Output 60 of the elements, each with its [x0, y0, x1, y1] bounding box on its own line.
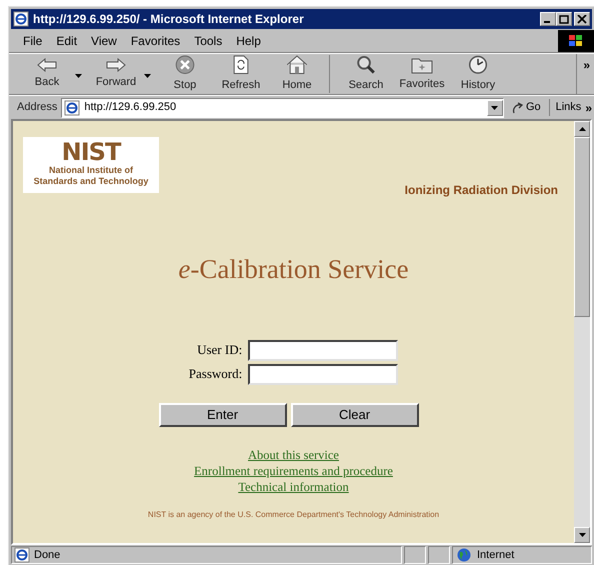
search-icon: [356, 55, 376, 74]
globe-icon: [457, 548, 471, 562]
scroll-down-icon[interactable]: [578, 533, 586, 537]
menu-item[interactable]: Tools: [188, 32, 228, 50]
go-button[interactable]: Go: [508, 99, 545, 116]
menu-item[interactable]: View: [85, 32, 123, 50]
input-field[interactable]: [248, 364, 398, 384]
right-arrow-icon: [106, 58, 126, 72]
left-arrow-icon: [37, 58, 57, 72]
dropdown-arrow-icon[interactable]: [75, 74, 82, 78]
dropdown-arrow-icon: [491, 106, 498, 110]
page-icon: [64, 100, 80, 116]
page-icon: [14, 547, 30, 563]
scrollbar[interactable]: [574, 121, 590, 543]
close-button[interactable]: [574, 12, 590, 26]
security-zone: Internet: [452, 546, 592, 564]
folder-icon: [411, 56, 433, 74]
browser-icon: [13, 11, 29, 27]
toolbar-button[interactable]: Favorites: [394, 55, 450, 93]
toolbar-button[interactable]: Back: [19, 55, 75, 93]
form-button[interactable]: Enter: [158, 402, 286, 426]
scroll-up-icon[interactable]: [578, 127, 586, 131]
minimize-icon: [544, 20, 550, 22]
maximize-icon: [559, 14, 569, 24]
maximize-button[interactable]: [556, 12, 572, 26]
toolbar-button[interactable]: History: [450, 55, 506, 93]
form-button[interactable]: Clear: [290, 402, 418, 426]
status-text: Done: [11, 546, 402, 564]
menu-item[interactable]: File: [17, 32, 48, 50]
input-field[interactable]: [248, 340, 398, 360]
division-name: Ionizing Radiation Division: [404, 182, 558, 199]
close-icon: [577, 14, 587, 24]
page-link[interactable]: Enrollment requirements and procedure: [194, 462, 393, 478]
field-label: Password:: [188, 365, 242, 384]
page-heading: e-Calibration Service: [178, 253, 409, 286]
toolbar-button[interactable]: Stop: [157, 55, 213, 93]
minimize-button[interactable]: [540, 12, 556, 26]
menu-item[interactable]: Help: [230, 32, 267, 50]
menu-item[interactable]: Favorites: [124, 32, 186, 50]
address-label: Address: [17, 100, 58, 116]
footer-text: NIST is an agency of the U.S. Commerce Department's Technology Administration: [148, 508, 440, 520]
links-button[interactable]: Links: [548, 99, 582, 116]
dropdown-button[interactable]: [486, 100, 503, 116]
toolbar-button[interactable]: Refresh: [213, 55, 269, 93]
go-arrow-icon: [512, 102, 524, 114]
page-link[interactable]: Technical information: [238, 478, 349, 494]
toolbar-overflow[interactable]: »: [583, 56, 590, 74]
dropdown-arrow-icon[interactable]: [144, 74, 151, 78]
address-field[interactable]: http://129.6.99.250: [61, 98, 504, 118]
window-title: http://129.6.99.250/ - Microsoft Internet Explorer: [33, 11, 305, 28]
page-link[interactable]: About this service: [248, 446, 339, 462]
nist-logo: NIST National Institute of Standards and Technology: [23, 137, 159, 193]
toolbar-button[interactable]: Home: [269, 55, 325, 93]
windows-logo-icon: [558, 30, 594, 52]
toolbar-button[interactable]: Search: [338, 55, 394, 93]
links-overflow[interactable]: »: [585, 98, 592, 116]
menu-item[interactable]: Edit: [50, 32, 84, 50]
field-label: User ID:: [196, 341, 242, 360]
clock-icon: [467, 55, 489, 74]
toolbar-button[interactable]: Forward: [88, 55, 144, 93]
